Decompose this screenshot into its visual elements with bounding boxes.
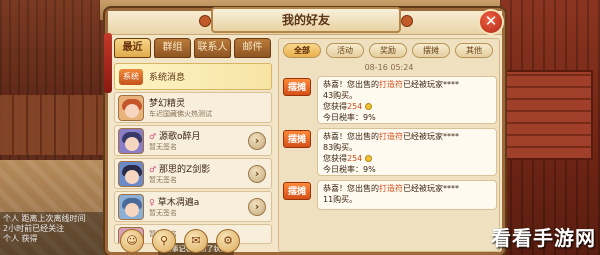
open-chat-button[interactable]: › [248,165,266,183]
filter-rewards[interactable]: 奖励 [369,43,407,58]
close-icon: ✕ [484,12,498,30]
conversation-list: 系统 系统消息 梦幻精灵 车迟国藏佛火热测试 ♂ 源歌o醉月 暂无签名 › ♂ … [114,63,272,244]
coin-icon [364,155,372,162]
earn-label: 您获得 [323,154,347,163]
tab-recent[interactable]: 最近 [114,38,151,58]
open-chat-button[interactable]: › [248,132,266,150]
system-message: 摆摊 恭喜！您出售的打造符已经被玩家**** 43购买。 您获得254 今日税率… [279,76,499,124]
list-item[interactable]: ♂ 源歌o醉月 暂无签名 › [114,125,272,156]
conversation-column: 最近 群组 联系人 邮件 系统 系统消息 梦幻精灵 车迟国藏佛火热测试 ♂ 源歌… [114,38,272,255]
decorative-tassel [104,33,112,93]
contact-status: 车迟国藏佛火热测试 [149,110,212,118]
bottom-toolbar: ☺ ⚲ ✉ ⚙ [114,225,274,255]
tax-label: 今日税率： [323,165,363,174]
message-column: 全部 活动 奖励 摆摊 其他 08-16 05:24 摆摊 恭喜！您出售的打造符… [278,38,500,252]
list-item[interactable]: 梦幻精灵 车迟国藏佛火热测试 [114,92,272,123]
system-message: 摆摊 恭喜！您出售的打造符已经被玩家**** 11购买。 [279,180,499,210]
message-text: 已经被玩家**** [403,80,459,89]
contact-name-text: 源歌o醉月 [159,132,201,142]
message-text: 43购买。 [323,91,358,100]
gender-icon: ♂ [149,165,157,174]
avatar [118,161,144,187]
stall-tag: 摆摊 [283,130,311,148]
message-text: 已经被玩家**** [403,132,459,141]
filter-other[interactable]: 其他 [455,43,493,58]
avatar [118,194,144,220]
gender-icon: ♀ [149,198,155,207]
stall-tag: 摆摊 [283,182,311,200]
list-item[interactable]: ♂ 那思的Z剑影 暂无签名 › [114,158,272,189]
message-bubble: 恭喜！您出售的打造符已经被玩家**** 43购买。 您获得254 今日税率：9% [317,76,497,124]
tab-groups[interactable]: 群组 [154,38,191,58]
message-text: 恭喜！您出售的 [323,80,379,89]
chat-line: 2小时前已经关注 [3,224,65,233]
tab-mail[interactable]: 邮件 [234,38,271,58]
message-text: 83购买。 [323,143,358,152]
avatar [118,95,144,121]
gear-icon[interactable]: ⚙ [216,229,240,253]
message-text: 恭喜！您出售的 [323,132,379,141]
message-filters: 全部 活动 奖励 摆摊 其他 [279,39,499,61]
tax-label: 今日税率： [323,113,363,122]
message-bubble: 恭喜！您出售的打造符已经被玩家**** 83购买。 您获得254 今日税率：9% [317,128,497,176]
list-item[interactable]: ♀ 草木凋遍a 暂无签名 › [114,191,272,222]
message-text: 已经被玩家**** [403,184,459,193]
close-button[interactable]: ✕ [478,9,504,35]
item-link[interactable]: 打造符 [379,80,403,89]
stall-tag: 摆摊 [283,78,311,96]
item-link[interactable]: 打造符 [379,184,403,193]
filter-all[interactable]: 全部 [283,43,321,58]
tax-value: 9% [363,165,376,174]
background-cabinet [498,70,593,160]
contact-name: ♂ 那思的Z剑影 [149,162,210,175]
chat-line: 个人 距离上次离线时间 [3,214,86,223]
item-link[interactable]: 打造符 [379,132,403,141]
left-tabs: 最近 群组 联系人 邮件 [114,38,272,58]
contact-status: 暂无签名 [149,143,177,151]
tab-contacts[interactable]: 联系人 [194,38,231,58]
earn-value: 254 [347,154,363,163]
friends-panel: 我的好友 ✕ 最近 群组 联系人 邮件 系统 系统消息 梦幻精灵 车迟国藏佛火热… [104,7,505,255]
contact-name-text: 草木凋遍a [157,198,200,208]
message-text: 恭喜！您出售的 [323,184,379,193]
friend-icon[interactable]: ☺ [120,229,144,253]
message-bubble: 恭喜！您出售的打造符已经被玩家**** 11购买。 [317,180,497,210]
filter-stall[interactable]: 摆摊 [412,43,450,58]
chat-line: 个人 获得 [3,234,38,243]
system-badge: 系统 [119,69,143,85]
open-chat-button[interactable]: › [248,198,266,216]
chevron-right-icon: › [254,167,260,180]
chevron-right-icon: › [254,134,260,147]
contact-name: ♀ 草木凋遍a [149,195,199,208]
contact-status: 暂无签名 [149,176,177,184]
system-title: 系统消息 [149,73,186,83]
contact-name-text: 那思的Z剑影 [159,165,211,175]
avatar [118,128,144,154]
site-watermark: 看看手游网 [491,226,596,250]
coin-icon [364,103,372,110]
contact-name: ♂ 源歌o醉月 [149,129,201,142]
world-chat-overlay[interactable]: 个人 距离上次离线时间 2小时前已经关注 个人 获得 [0,212,112,255]
contact-name: 梦幻精灵 [149,99,186,109]
message-text: 11购买。 [323,195,358,204]
list-item-system-messages[interactable]: 系统 系统消息 [114,63,272,90]
contact-status: 暂无签名 [149,209,177,217]
filter-activity[interactable]: 活动 [326,43,364,58]
system-message: 摆摊 恭喜！您出售的打造符已经被玩家**** 83购买。 您获得254 今日税率… [279,128,499,176]
gender-icon: ♂ [149,132,157,141]
chevron-right-icon: › [254,200,260,213]
earn-value: 254 [347,102,363,111]
earn-label: 您获得 [323,102,347,111]
tax-value: 9% [363,113,376,122]
background-shelf [0,95,110,155]
search-icon[interactable]: ⚲ [152,229,176,253]
message-timestamp: 08-16 05:24 [364,63,414,72]
chat-icon[interactable]: ✉ [184,229,208,253]
panel-title: 我的好友 [199,7,413,33]
